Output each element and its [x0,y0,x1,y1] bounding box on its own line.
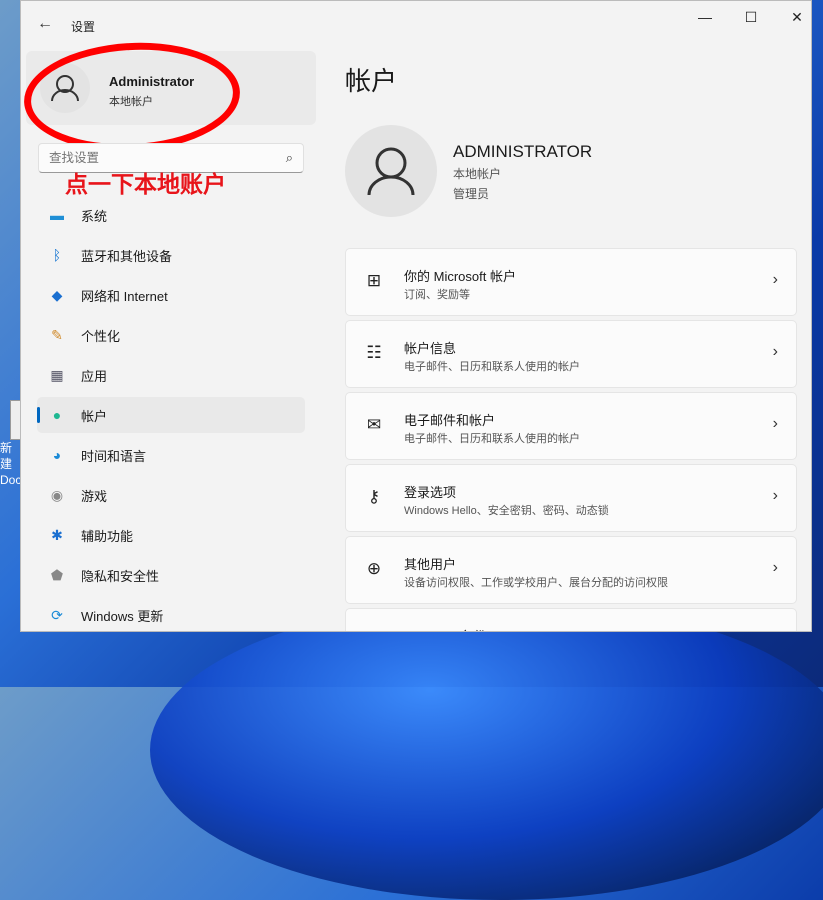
card-subtitle: 电子邮件、日历和联系人使用的帐户 [404,358,580,374]
card-title: 帐户信息 [404,338,456,357]
card-subtitle: 订阅、奖励等 [404,286,470,302]
card-title: 登录选项 [404,482,456,501]
sidebar-item-label: 辅助功能 [81,526,133,545]
settings-card[interactable]: ⊕ 其他用户设备访问权限、工作或学校用户、展台分配的访问权限 › [345,536,797,604]
user-role: 管理员 [453,185,489,202]
chevron-right-icon: › [773,343,778,361]
sidebar-item-label: 系统 [81,206,107,225]
user-name: ADMINISTRATOR [453,142,592,162]
sidebar-item[interactable]: ⟳ Windows 更新 [37,597,305,632]
sidebar-item[interactable]: ✎ 个性化 [37,317,305,353]
card-subtitle: 电子邮件、日历和联系人使用的帐户 [404,430,580,446]
sidebar-item-label: 应用 [81,366,107,385]
user-icon [345,125,437,217]
maximize-button[interactable]: ☐ [741,9,761,26]
sidebar-item[interactable]: ✱ 辅助功能 [37,517,305,553]
sidebar-item-label: 网络和 Internet [81,286,168,305]
card-title: Windows 备份 [404,626,486,632]
search-icon[interactable]: ⌕ [286,150,293,166]
close-button[interactable]: ✕ [787,9,807,26]
gamepad-icon: ◉ [47,487,67,504]
system-icon: ▬ [47,207,67,223]
sidebar-item[interactable]: ᛒ 蓝牙和其他设备 [37,237,305,273]
mail-icon: ✉ [362,415,386,435]
settings-card[interactable]: ☷ 帐户信息电子邮件、日历和联系人使用的帐户 › [345,320,797,388]
minimize-button[interactable]: — [695,9,715,25]
sidebar-item[interactable]: ◕ 时间和语言 [37,437,305,473]
clock-globe-icon: ◕ [47,447,67,463]
desktop-wallpaper [150,600,823,900]
apps-icon: ▦ [47,367,67,384]
settings-card[interactable]: ⚷ 登录选项Windows Hello、安全密钥、密码、动态锁 › [345,464,797,532]
sidebar-item[interactable]: ◆ 网络和 Internet [37,277,305,313]
card-subtitle: 设备访问权限、工作或学校用户、展台分配的访问权限 [404,574,668,590]
card-title: 其他用户 [404,554,456,573]
sidebar-item-label: 蓝牙和其他设备 [81,246,172,265]
sidebar-item-label: 个性化 [81,326,120,345]
sidebar-item[interactable]: ⬟ 隐私和安全性 [37,557,305,593]
card-title: 电子邮件和帐户 [404,410,495,429]
user-avatar [345,125,437,217]
back-button[interactable]: ← [37,15,53,33]
sidebar-item-label: 隐私和安全性 [81,566,159,585]
key-icon: ⚷ [362,487,386,507]
sidebar-item-label: Windows 更新 [81,606,163,625]
card-subtitle: Windows Hello、安全密钥、密码、动态锁 [404,502,609,518]
microsoft-logo-icon: ⊞ [362,271,386,291]
window-title: 设置 [71,18,95,35]
sidebar-item-label: 游戏 [81,486,107,505]
sidebar-item[interactable]: ▬ 系统 [37,197,305,233]
chevron-right-icon: › [773,631,778,632]
settings-card[interactable]: ⟲ Windows 备份 › [345,608,797,632]
account-icon: ● [47,407,67,423]
card-title: 你的 Microsoft 帐户 [404,266,516,285]
chevron-right-icon: › [773,271,778,289]
add-user-icon: ⊕ [362,559,386,579]
settings-window: ← 设置 — ☐ ✕ Administrator 本地帐户 ⌕ 点一下本地账户 … [20,0,812,632]
user-account-type: 本地帐户 [453,165,501,182]
settings-card[interactable]: ⊞ 你的 Microsoft 帐户订阅、奖励等 › [345,248,797,316]
sidebar-item[interactable]: ◉ 游戏 [37,477,305,513]
backup-icon: ⟲ [362,631,386,632]
sidebar-nav: ▬ 系统 ᛒ 蓝牙和其他设备 ◆ 网络和 Internet ✎ 个性化 ▦ 应用 ● 帐户 ◕ 时间和语言… [37,197,305,632]
annotation-text: 点一下本地账户 [65,165,226,199]
chevron-right-icon: › [773,559,778,577]
wifi-icon: ◆ [47,287,67,304]
settings-card[interactable]: ✉ 电子邮件和帐户电子邮件、日历和联系人使用的帐户 › [345,392,797,460]
chevron-right-icon: › [773,487,778,505]
desktop-file-label: 新建 Doc [0,441,20,487]
shield-icon: ⬟ [47,567,67,584]
update-icon: ⟳ [47,607,67,624]
brush-icon: ✎ [47,327,67,344]
bluetooth-icon: ᛒ [47,247,67,263]
account-info-icon: ☷ [362,343,386,363]
desktop-file-icon[interactable]: 新建 Doc [0,400,20,488]
accessibility-icon: ✱ [47,527,67,544]
chevron-right-icon: › [773,415,778,433]
sidebar-item-label: 帐户 [81,406,107,425]
sidebar-item[interactable]: ▦ 应用 [37,357,305,393]
sidebar-item[interactable]: ● 帐户 [37,397,305,433]
sidebar-item-label: 时间和语言 [81,446,146,465]
page-title: 帐户 [345,61,397,98]
